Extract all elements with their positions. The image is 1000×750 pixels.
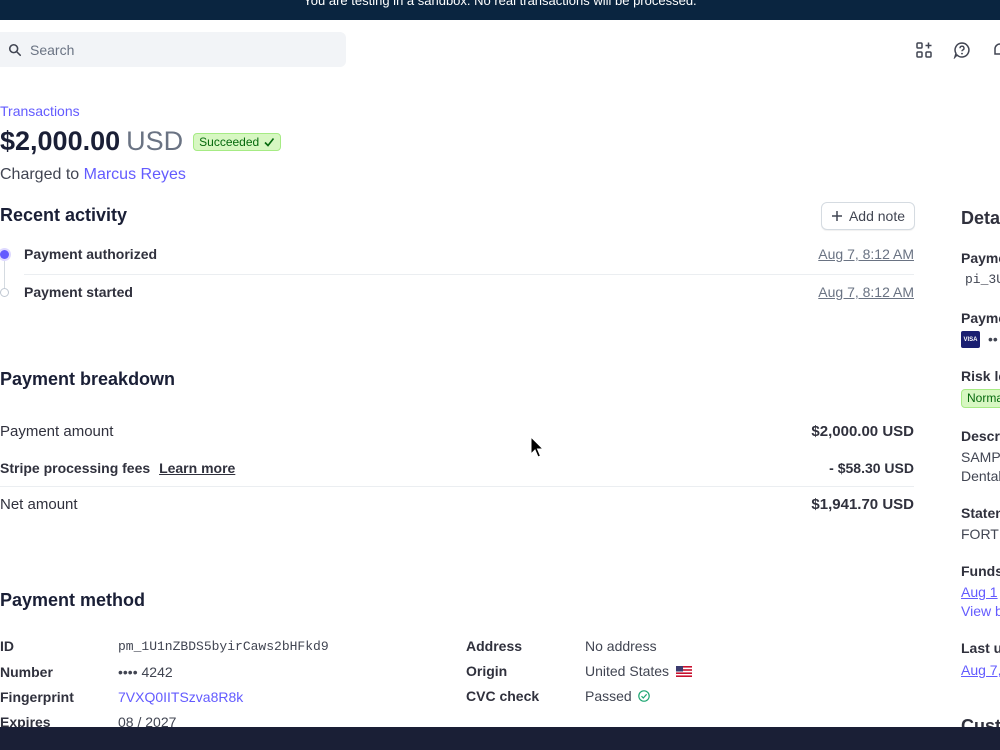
help-icon[interactable]: [951, 39, 973, 61]
pm-address-value: No address: [585, 638, 657, 654]
search-icon: [8, 43, 22, 56]
payment-amount-header: $2,000.00 USD Succeeded: [0, 126, 282, 157]
timeline-connector: [4, 258, 5, 290]
pm-fingerprint-label: Fingerprint: [0, 689, 74, 705]
learn-more-link[interactable]: Learn more: [159, 460, 235, 476]
checkmark-icon: [264, 137, 275, 147]
search-input[interactable]: [30, 41, 330, 58]
timeline-dot-active: [0, 250, 9, 259]
divider: [24, 274, 914, 275]
details-view-balance-link[interactable]: View b: [961, 603, 1000, 619]
details-funds-label: Funds: [961, 563, 1000, 579]
add-note-button[interactable]: Add note: [821, 202, 915, 230]
pm-origin-label: Origin: [466, 663, 508, 679]
details-last-updated-label: Last u: [961, 640, 1000, 656]
pm-id-label: ID: [0, 638, 14, 654]
activity-time[interactable]: Aug 7, 8:12 AM: [818, 246, 914, 262]
bell-icon[interactable]: [989, 39, 1000, 61]
charged-to: Charged to Marcus Reyes: [0, 166, 186, 184]
details-risk-label: Risk le: [961, 368, 1000, 384]
visa-card-icon: VISA: [961, 331, 980, 348]
payment-amount-label: Payment amount: [0, 423, 114, 440]
details-card-dots: ••: [988, 331, 998, 347]
pm-id-value: pm_1U1nZBDS5byirCaws2bHFkd9: [118, 639, 329, 654]
sandbox-banner: You are testing in a sandbox. No real tr…: [0, 0, 1000, 20]
details-payment-value: pi_3U: [965, 272, 1000, 287]
activity-label: Payment authorized: [24, 246, 158, 262]
pm-origin: United States: [585, 663, 693, 679]
pm-cvc-label: CVC check: [466, 688, 540, 704]
add-note-label: Add note: [848, 208, 906, 224]
bottom-toolbar: [0, 727, 1000, 750]
fees-value: - $58.30 USD: [829, 460, 914, 476]
fees-label: Stripe processing fees: [0, 460, 151, 476]
details-description-label: Descr: [961, 428, 1000, 444]
risk-badge: Norma: [961, 389, 1000, 408]
activity-time[interactable]: Aug 7, 8:12 AM: [818, 284, 914, 300]
details-payment-label: Payme: [961, 250, 1000, 266]
divider: [0, 486, 914, 487]
fees-row: Stripe processing fees Learn more: [0, 460, 235, 476]
activity-label: Payment started: [24, 284, 133, 300]
details-funds-date[interactable]: Aug 1: [961, 584, 998, 600]
sandbox-banner-text: You are testing in a sandbox. No real tr…: [303, 0, 697, 8]
pm-cvc-value: Passed: [585, 688, 632, 704]
status-badge: Succeeded: [193, 132, 282, 151]
net-amount-label: Net amount: [0, 496, 78, 513]
details-title: Deta: [961, 208, 1000, 228]
recent-activity-title: Recent activity: [0, 205, 128, 225]
plus-icon: [831, 211, 842, 221]
pm-address-label: Address: [466, 638, 523, 654]
payment-currency: USD: [126, 126, 184, 156]
payment-amount-value: $2,000.00 USD: [811, 423, 914, 440]
charged-to-prefix: Charged to: [0, 166, 80, 183]
pm-number-label: Number: [0, 664, 53, 680]
apps-icon[interactable]: [913, 39, 935, 61]
pm-cvc: Passed: [585, 688, 650, 704]
pm-fingerprint-link[interactable]: 7VXQ0IITSzva8R8k: [118, 689, 243, 705]
payment-method-title: Payment method: [0, 590, 146, 610]
details-description-line1: SAMPI: [961, 449, 1000, 465]
pm-origin-value: United States: [585, 663, 670, 679]
us-flag-icon: [676, 665, 693, 677]
details-description-line2: Dental: [961, 468, 1000, 484]
status-badge-label: Succeeded: [199, 134, 260, 149]
search-bar[interactable]: [0, 32, 346, 67]
details-statement-value: FORTE: [961, 526, 1000, 542]
pm-number-value: •••• 4242: [118, 664, 173, 680]
mouse-cursor-icon: [530, 436, 545, 458]
visa-card-brand: VISA: [963, 336, 978, 343]
payment-breakdown-title: Payment breakdown: [0, 369, 176, 389]
details-payment-method-label: Payme: [961, 310, 1000, 326]
payment-amount: $2,000.00: [0, 126, 121, 156]
customer-link[interactable]: Marcus Reyes: [84, 166, 186, 183]
details-statement-label: Staten: [961, 505, 1000, 521]
breadcrumb-transactions[interactable]: Transactions: [0, 103, 80, 119]
details-last-updated-value[interactable]: Aug 7,: [961, 662, 1000, 678]
timeline-dot: [0, 288, 9, 297]
net-amount-value: $1,941.70 USD: [811, 496, 914, 513]
check-circle-icon: [637, 690, 650, 702]
